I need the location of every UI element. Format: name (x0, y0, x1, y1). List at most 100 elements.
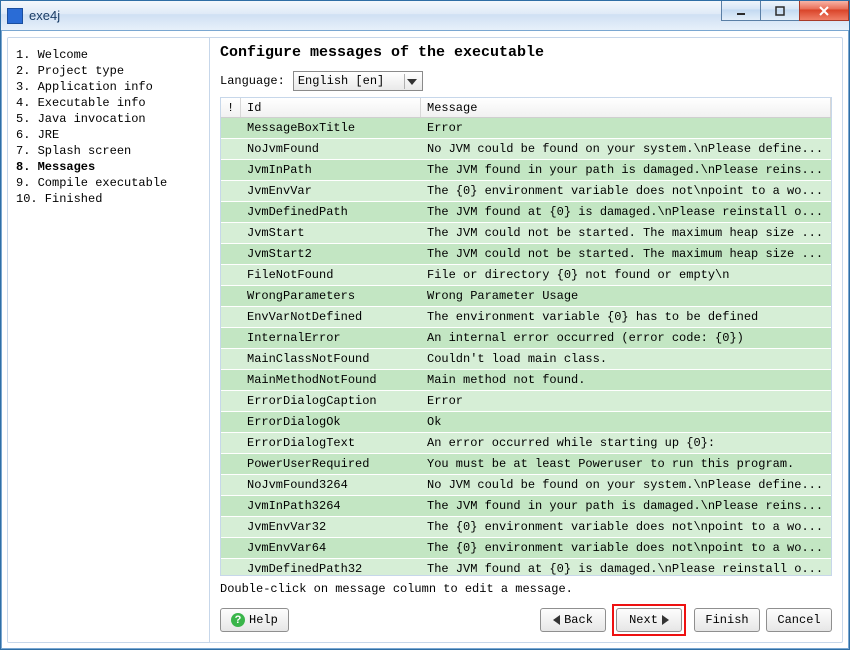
cell-message[interactable]: The {0} environment variable does not\np… (421, 541, 831, 555)
sidebar-item[interactable]: 6. JRE (16, 128, 205, 142)
table-row[interactable]: NoJvmFound3264No JVM could be found on y… (221, 475, 831, 496)
cell-message[interactable]: Ok (421, 415, 831, 429)
table-row[interactable]: JvmEnvVar64The {0} environment variable … (221, 538, 831, 559)
sidebar-item[interactable]: 1. Welcome (16, 48, 205, 62)
cell-message[interactable]: The JVM could not be started. The maximu… (421, 247, 831, 261)
cell-id: FileNotFound (241, 268, 421, 282)
back-button[interactable]: Back (540, 608, 606, 632)
cell-message[interactable]: Error (421, 121, 831, 135)
table-row[interactable]: ErrorDialogCaptionError (221, 391, 831, 412)
cell-message[interactable]: An internal error occurred (error code: … (421, 331, 831, 345)
table-row[interactable]: FileNotFoundFile or directory {0} not fo… (221, 265, 831, 286)
cell-message[interactable]: Wrong Parameter Usage (421, 289, 831, 303)
table-row[interactable]: JvmDefinedPathThe JVM found at {0} is da… (221, 202, 831, 223)
table-row[interactable]: JvmStartThe JVM could not be started. Th… (221, 223, 831, 244)
cell-message[interactable]: The JVM found in your path is damaged.\n… (421, 163, 831, 177)
cell-message[interactable]: An error occurred while starting up {0}: (421, 436, 831, 450)
maximize-icon (774, 5, 786, 17)
table-row[interactable]: EnvVarNotDefinedThe environment variable… (221, 307, 831, 328)
cell-message[interactable]: The JVM could not be started. The maximu… (421, 226, 831, 240)
maximize-button[interactable] (760, 1, 800, 21)
titlebar[interactable]: exe4j (1, 1, 849, 31)
triangle-right-icon (662, 615, 669, 625)
finish-button[interactable]: Finish (694, 608, 760, 632)
cell-message[interactable]: The JVM found at {0} is damaged.\nPlease… (421, 205, 831, 219)
table-row[interactable]: JvmEnvVar32The {0} environment variable … (221, 517, 831, 538)
cell-id: MainClassNotFound (241, 352, 421, 366)
step-list: 1. Welcome 2. Project type 3. Application … (16, 48, 205, 206)
app-icon (7, 8, 23, 24)
minimize-icon (735, 5, 747, 17)
cell-message[interactable]: The {0} environment variable does not\np… (421, 520, 831, 534)
col-message[interactable]: Message (421, 98, 831, 117)
close-button[interactable] (799, 1, 849, 21)
table-row[interactable]: NoJvmFoundNo JVM could be found on your … (221, 139, 831, 160)
table-row[interactable]: JvmInPath3264The JVM found in your path … (221, 496, 831, 517)
minimize-button[interactable] (721, 1, 761, 21)
sidebar-item[interactable]: 10. Finished (16, 192, 205, 206)
sidebar: 1. Welcome 2. Project type 3. Application … (8, 38, 210, 642)
table-row[interactable]: ErrorDialogOkOk (221, 412, 831, 433)
col-id[interactable]: Id (241, 98, 421, 117)
cell-id: NoJvmFound3264 (241, 478, 421, 492)
table-row[interactable]: MainMethodNotFoundMain method not found. (221, 370, 831, 391)
next-button[interactable]: Next (616, 608, 682, 632)
table-row[interactable]: JvmDefinedPath32The JVM found at {0} is … (221, 559, 831, 575)
sidebar-item[interactable]: 4. Executable info (16, 96, 205, 110)
cell-id: WrongParameters (241, 289, 421, 303)
back-label: Back (564, 613, 593, 627)
sidebar-item[interactable]: 7. Splash screen (16, 144, 205, 158)
sidebar-item[interactable]: 3. Application info (16, 80, 205, 94)
col-flag[interactable]: ! (221, 98, 241, 117)
sidebar-item[interactable]: 8. Messages (16, 160, 205, 174)
table-row[interactable]: JvmStart2The JVM could not be started. T… (221, 244, 831, 265)
finish-label: Finish (705, 613, 748, 627)
sidebar-item[interactable]: 9. Compile executable (16, 176, 205, 190)
cell-message[interactable]: Error (421, 394, 831, 408)
cell-id: JvmEnvVar (241, 184, 421, 198)
sidebar-item[interactable]: 2. Project type (16, 64, 205, 78)
language-row: Language: English [en] (220, 71, 832, 91)
cell-message[interactable]: No JVM could be found on your system.\nP… (421, 478, 831, 492)
cell-id: JvmInPath (241, 163, 421, 177)
table-row[interactable]: MainClassNotFoundCouldn't load main clas… (221, 349, 831, 370)
cell-id: ErrorDialogText (241, 436, 421, 450)
cell-message[interactable]: The JVM found at {0} is damaged.\nPlease… (421, 562, 831, 575)
window: exe4j 1. Welcome 2. Project type 3. Applic… (0, 0, 850, 650)
page-title: Configure messages of the executable (220, 44, 832, 61)
cancel-label: Cancel (777, 613, 820, 627)
cell-id: JvmEnvVar32 (241, 520, 421, 534)
help-icon: ? (231, 613, 245, 627)
triangle-left-icon (553, 615, 560, 625)
table-body: MessageBoxTitleErrorNoJvmFoundNo JVM cou… (221, 118, 831, 575)
sidebar-item[interactable]: 5. Java invocation (16, 112, 205, 126)
cell-message[interactable]: You must be at least Poweruser to run th… (421, 457, 831, 471)
cell-message[interactable]: Main method not found. (421, 373, 831, 387)
cell-id: JvmDefinedPath (241, 205, 421, 219)
cell-id: NoJvmFound (241, 142, 421, 156)
table-row[interactable]: JvmEnvVarThe {0} environment variable do… (221, 181, 831, 202)
table-row[interactable]: JvmInPathThe JVM found in your path is d… (221, 160, 831, 181)
cell-id: EnvVarNotDefined (241, 310, 421, 324)
table-row[interactable]: PowerUserRequiredYou must be at least Po… (221, 454, 831, 475)
cell-message[interactable]: The environment variable {0} has to be d… (421, 310, 831, 324)
messages-table: ! Id Message MessageBoxTitleErrorNoJvmFo… (220, 97, 832, 576)
help-label: Help (249, 613, 278, 627)
table-row[interactable]: ErrorDialogTextAn error occurred while s… (221, 433, 831, 454)
cancel-button[interactable]: Cancel (766, 608, 832, 632)
table-row[interactable]: InternalErrorAn internal error occurred … (221, 328, 831, 349)
cell-id: JvmStart2 (241, 247, 421, 261)
cell-message[interactable]: The JVM found in your path is damaged.\n… (421, 499, 831, 513)
help-button[interactable]: ? Help (220, 608, 289, 632)
table-row[interactable]: WrongParametersWrong Parameter Usage (221, 286, 831, 307)
language-value: English [en] (298, 74, 384, 88)
footer: ? Help Back Next Finish (220, 604, 832, 636)
cell-message[interactable]: The {0} environment variable does not\np… (421, 184, 831, 198)
cell-id: JvmDefinedPath32 (241, 562, 421, 575)
language-select[interactable]: English [en] (293, 71, 423, 91)
cell-message[interactable]: Couldn't load main class. (421, 352, 831, 366)
body: 1. Welcome 2. Project type 3. Application … (7, 37, 843, 643)
cell-message[interactable]: File or directory {0} not found or empty… (421, 268, 831, 282)
table-row[interactable]: MessageBoxTitleError (221, 118, 831, 139)
cell-message[interactable]: No JVM could be found on your system.\nP… (421, 142, 831, 156)
